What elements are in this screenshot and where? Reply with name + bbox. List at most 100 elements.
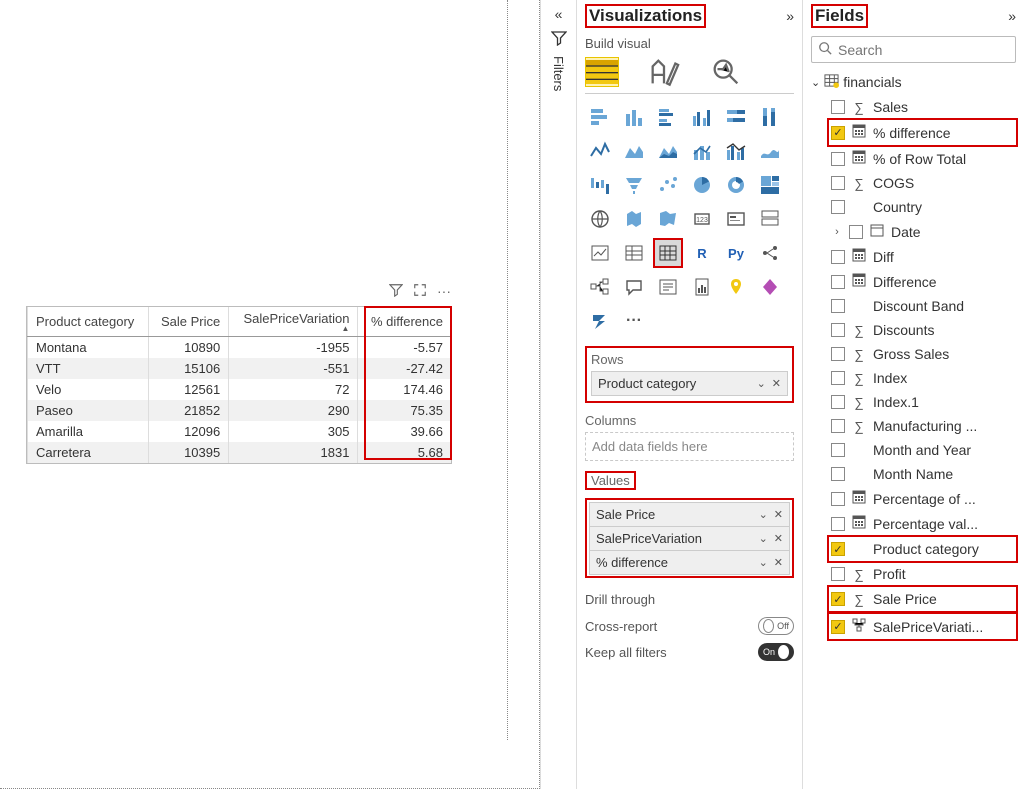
- field-item[interactable]: % of Row Total: [829, 146, 1016, 171]
- viz-shape-map-icon[interactable]: [653, 204, 683, 234]
- values-well-item-pct-diff[interactable]: % difference ⌄✕: [589, 550, 790, 575]
- viz-matrix-icon[interactable]: [653, 238, 683, 268]
- field-item[interactable]: Percentage of ...: [829, 486, 1016, 511]
- remove-field-icon[interactable]: ✕: [774, 556, 783, 569]
- viz-donut-icon[interactable]: [721, 170, 751, 200]
- viz-key-influencers-icon[interactable]: [755, 238, 785, 268]
- expand-filters-icon[interactable]: «: [555, 6, 563, 22]
- viz-funnel-icon[interactable]: [619, 170, 649, 200]
- field-checkbox[interactable]: [831, 620, 845, 634]
- viz-line-clustered-column-icon[interactable]: [721, 136, 751, 166]
- table-row[interactable]: Carretera1039518315.68: [28, 442, 452, 463]
- viz-arcgis-icon[interactable]: [721, 272, 751, 302]
- field-checkbox[interactable]: [849, 225, 863, 239]
- field-checkbox[interactable]: [831, 371, 845, 385]
- viz-stacked-bar-icon[interactable]: [585, 102, 615, 132]
- field-item[interactable]: Sales: [829, 95, 1016, 119]
- chevron-down-icon[interactable]: ⌄: [759, 508, 768, 521]
- field-item[interactable]: Index: [829, 366, 1016, 390]
- col-header-sale-price-variation[interactable]: SalePriceVariation▲: [229, 307, 358, 337]
- field-checkbox[interactable]: [831, 176, 845, 190]
- field-item[interactable]: Gross Sales: [829, 342, 1016, 366]
- field-item[interactable]: Difference: [829, 269, 1016, 294]
- field-checkbox[interactable]: [831, 542, 845, 556]
- cross-report-toggle[interactable]: Off: [758, 617, 794, 635]
- viz-paginated-report-icon[interactable]: [687, 272, 717, 302]
- fields-search[interactable]: [811, 36, 1016, 63]
- chevron-down-icon[interactable]: ⌄: [759, 532, 768, 545]
- field-checkbox[interactable]: [831, 200, 845, 214]
- field-item[interactable]: Product category: [827, 535, 1018, 563]
- filters-pane-collapsed[interactable]: « Filters: [540, 0, 576, 789]
- table-row[interactable]: Amarilla1209630539.66: [28, 421, 452, 442]
- remove-field-icon[interactable]: ✕: [774, 508, 783, 521]
- field-item[interactable]: Month and Year: [829, 438, 1016, 462]
- field-checkbox[interactable]: [831, 347, 845, 361]
- field-checkbox[interactable]: [831, 126, 845, 140]
- viz-stacked-area-icon[interactable]: [653, 136, 683, 166]
- field-item[interactable]: COGS: [829, 171, 1016, 195]
- table-row[interactable]: VTT15106-551-27.42: [28, 358, 452, 379]
- build-visual-tab[interactable]: [585, 57, 619, 87]
- table-row[interactable]: Velo1256172174.46: [28, 379, 452, 400]
- viz-map-icon[interactable]: [585, 204, 615, 234]
- table-row[interactable]: Paseo2185229075.35: [28, 400, 452, 421]
- filter-icon[interactable]: [389, 283, 403, 300]
- table-row[interactable]: Montana10890-1955-5.57: [28, 337, 452, 359]
- viz-clustered-bar-icon[interactable]: [653, 102, 683, 132]
- viz-clustered-column-icon[interactable]: [687, 102, 717, 132]
- format-visual-tab[interactable]: [647, 57, 681, 87]
- viz-kpi-icon[interactable]: [585, 238, 615, 268]
- col-header-pct-difference[interactable]: % difference: [358, 307, 451, 337]
- viz-ribbon-icon[interactable]: [755, 136, 785, 166]
- viz-powerapps-icon[interactable]: [755, 272, 785, 302]
- field-checkbox[interactable]: [831, 592, 845, 606]
- viz-100pct-column-icon[interactable]: [755, 102, 785, 132]
- field-checkbox[interactable]: [831, 395, 845, 409]
- field-item[interactable]: ›Date: [829, 219, 1016, 244]
- field-checkbox[interactable]: [831, 323, 845, 337]
- field-checkbox[interactable]: [831, 443, 845, 457]
- field-item[interactable]: Discounts: [829, 318, 1016, 342]
- field-checkbox[interactable]: [831, 250, 845, 264]
- rows-well-item[interactable]: Product category ⌄✕: [591, 371, 788, 396]
- viz-get-more-icon[interactable]: ···: [619, 306, 649, 336]
- collapse-fields-icon[interactable]: »: [1008, 8, 1016, 24]
- search-input[interactable]: [838, 42, 1009, 58]
- field-item[interactable]: Manufacturing ...: [829, 414, 1016, 438]
- field-checkbox[interactable]: [831, 517, 845, 531]
- more-options-icon[interactable]: ···: [437, 283, 451, 300]
- keep-all-filters-toggle[interactable]: On: [758, 643, 794, 661]
- field-checkbox[interactable]: [831, 419, 845, 433]
- viz-100pct-bar-icon[interactable]: [721, 102, 751, 132]
- chevron-right-icon[interactable]: ›: [831, 226, 843, 238]
- remove-field-icon[interactable]: ✕: [774, 532, 783, 545]
- viz-line-icon[interactable]: [585, 136, 615, 166]
- viz-smart-narrative-icon[interactable]: [653, 272, 683, 302]
- field-item[interactable]: Percentage val...: [829, 511, 1016, 536]
- field-item[interactable]: Discount Band: [829, 294, 1016, 318]
- viz-decomposition-tree-icon[interactable]: [585, 272, 615, 302]
- field-checkbox[interactable]: [831, 275, 845, 289]
- field-checkbox[interactable]: [831, 299, 845, 313]
- viz-card-icon[interactable]: [721, 204, 751, 234]
- col-header-product-category[interactable]: Product category: [28, 307, 149, 337]
- field-item[interactable]: % difference: [827, 118, 1018, 147]
- viz-qa-icon[interactable]: [619, 272, 649, 302]
- field-checkbox[interactable]: [831, 100, 845, 114]
- viz-table-icon[interactable]: [619, 238, 649, 268]
- viz-gauge-icon[interactable]: 123: [687, 204, 717, 234]
- viz-r-script-icon[interactable]: R: [687, 238, 717, 268]
- values-well-item-spv[interactable]: SalePriceVariation ⌄✕: [589, 526, 790, 551]
- viz-power-automate-icon[interactable]: [585, 306, 615, 336]
- viz-area-icon[interactable]: [619, 136, 649, 166]
- field-checkbox[interactable]: [831, 152, 845, 166]
- viz-treemap-icon[interactable]: [755, 170, 785, 200]
- focus-mode-icon[interactable]: [413, 283, 427, 300]
- remove-field-icon[interactable]: ✕: [772, 377, 781, 390]
- columns-well-placeholder[interactable]: Add data fields here: [585, 432, 794, 461]
- field-checkbox[interactable]: [831, 492, 845, 506]
- collapse-visualizations-icon[interactable]: »: [786, 8, 794, 24]
- viz-line-stacked-column-icon[interactable]: [687, 136, 717, 166]
- chevron-down-icon[interactable]: ⌄: [757, 377, 766, 390]
